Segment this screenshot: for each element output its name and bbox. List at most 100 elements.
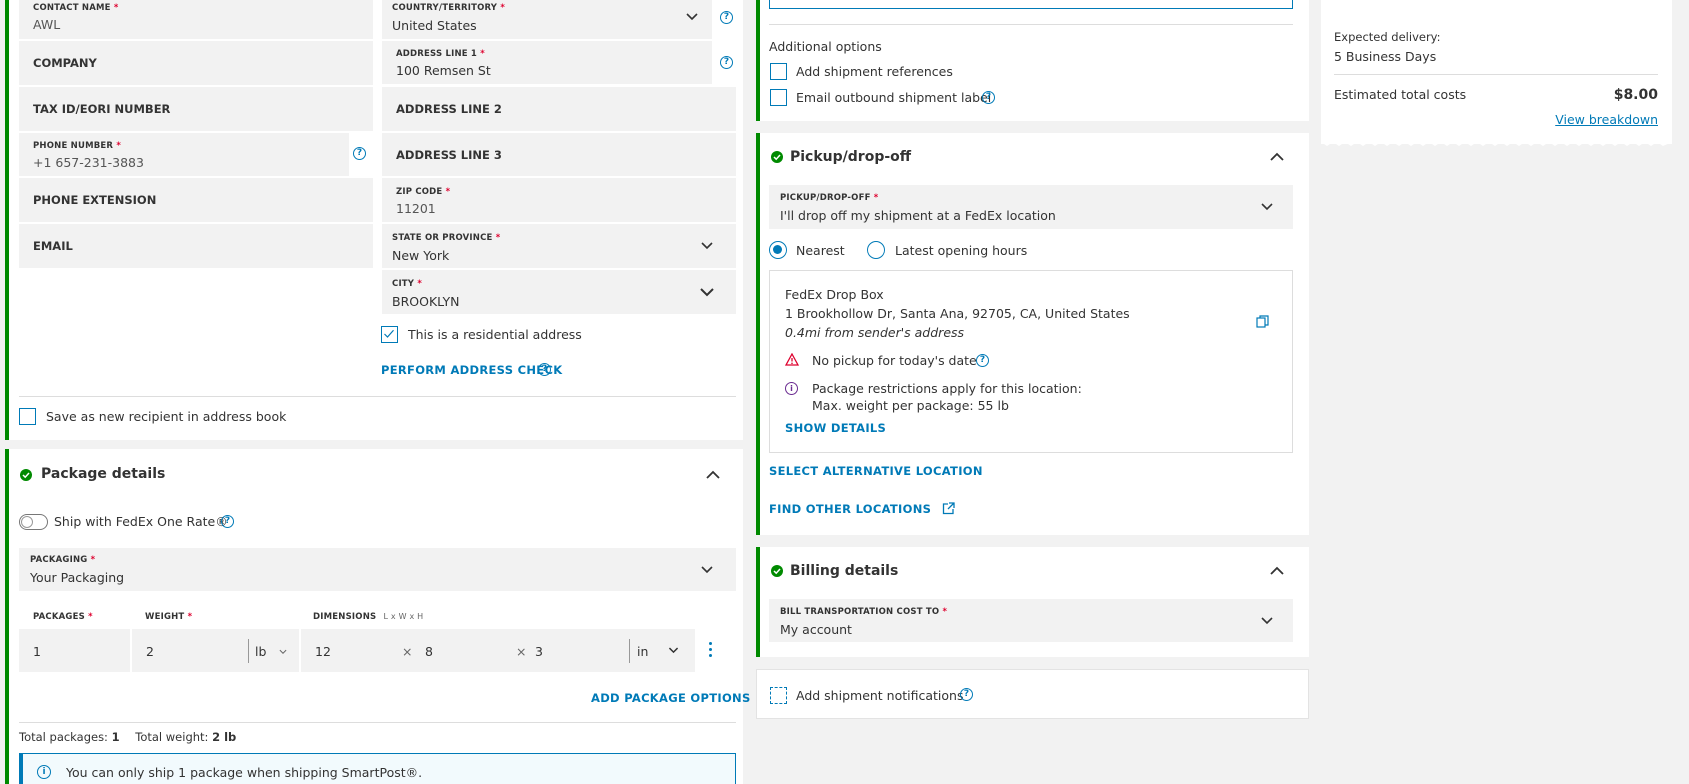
- location-card: FedEx Drop Box 1 Brookhollow Dr, Santa A…: [769, 270, 1293, 453]
- dim-unit-divider: [629, 639, 630, 663]
- country-help-icon[interactable]: ?: [720, 11, 733, 24]
- chevron-up-icon[interactable]: [1269, 563, 1285, 579]
- country-label: COUNTRY/TERRITORY: [392, 3, 498, 13]
- shipment-notifications-checkbox[interactable]: [770, 687, 787, 704]
- email-label: EMAIL: [33, 239, 73, 253]
- weight-input[interactable]: 2 lb: [132, 629, 299, 673]
- perform-address-check-link[interactable]: PERFORM ADDRESS CHECK: [381, 363, 562, 377]
- phone-help-icon[interactable]: ?: [353, 147, 366, 160]
- packages-input[interactable]: 1: [19, 629, 130, 673]
- email-label-checkbox[interactable]: [770, 89, 787, 106]
- dimension-unit[interactable]: in: [637, 644, 648, 659]
- shipment-references-checkbox[interactable]: [770, 63, 787, 80]
- checkmark-icon: [384, 329, 394, 338]
- address-help-icon[interactable]: ?: [720, 56, 733, 69]
- bill-transportation-select[interactable]: BILL TRANSPORTATION COST TO * My account: [769, 599, 1293, 643]
- address-line2-field[interactable]: ADDRESS LINE 2: [382, 87, 736, 132]
- residential-label: This is a residential address: [408, 327, 582, 342]
- packaging-label: PACKAGING: [30, 555, 88, 565]
- location-name: FedEx Drop Box: [785, 287, 884, 302]
- previous-field-bottom: [769, 0, 1293, 9]
- address2-label: ADDRESS LINE 2: [396, 102, 502, 116]
- phone-label: PHONE NUMBER: [33, 141, 114, 151]
- state-select[interactable]: STATE OR PROVINCE * New York: [382, 224, 736, 269]
- dimensions-hint: L x W x H: [383, 612, 424, 621]
- zip-value: 11201: [396, 201, 436, 216]
- company-label: COMPANY: [33, 56, 97, 70]
- email-label-label: Email outbound shipment label: [796, 90, 992, 105]
- copy-icon[interactable]: [1256, 315, 1270, 329]
- one-rate-help-icon[interactable]: ?: [221, 515, 234, 528]
- radio-nearest-label: Nearest: [796, 243, 845, 258]
- dimensions-input[interactable]: 12 × 8 × 3 in: [301, 629, 695, 673]
- total-packages-label: Total packages:: [19, 730, 108, 744]
- expected-delivery-value: 5 Business Days: [1334, 49, 1437, 64]
- radio-latest-hours[interactable]: [867, 241, 885, 259]
- weight-unit[interactable]: lb: [255, 644, 266, 659]
- section-status-bar: [756, 133, 760, 535]
- divider: [19, 396, 736, 397]
- city-select[interactable]: CITY * BROOKLYN: [382, 270, 736, 315]
- select-alternative-location-link[interactable]: SELECT ALTERNATIVE LOCATION: [769, 464, 983, 478]
- pickup-dropoff-title: Pickup/drop-off: [790, 149, 912, 165]
- tax-id-field[interactable]: TAX ID/EORI NUMBER: [19, 87, 373, 132]
- billing-details-title: Billing details: [790, 563, 899, 579]
- chevron-up-icon[interactable]: [1269, 149, 1285, 165]
- show-details-link[interactable]: SHOW DETAILS: [785, 421, 886, 435]
- save-recipient-checkbox[interactable]: [19, 408, 36, 425]
- chevron-down-icon: [701, 242, 713, 250]
- add-package-options-link[interactable]: ADD PACKAGE OPTIONS: [591, 691, 751, 705]
- address-line1-field[interactable]: ADDRESS LINE 1 * 100 Remsen St: [382, 41, 712, 85]
- phone-extension-field[interactable]: PHONE EXTENSION: [19, 178, 373, 223]
- company-field[interactable]: COMPANY: [19, 41, 373, 86]
- zip-label: ZIP CODE: [396, 187, 443, 197]
- radio-nearest[interactable]: [769, 241, 787, 259]
- no-pickup-help-icon[interactable]: ?: [976, 354, 989, 367]
- contact-name-field[interactable]: CONTACT NAME * AWL: [19, 0, 373, 40]
- pickup-dropoff-select[interactable]: PICKUP/DROP-OFF * I'll drop off my shipm…: [769, 185, 1293, 230]
- residential-checkbox[interactable]: [381, 326, 398, 343]
- more-options-icon[interactable]: [708, 642, 714, 660]
- email-field[interactable]: EMAIL: [19, 224, 373, 269]
- chevron-down-icon: [668, 647, 679, 654]
- pickup-dropoff-value: I'll drop off my shipment at a FedEx loc…: [780, 208, 1056, 223]
- packaging-select[interactable]: PACKAGING * Your Packaging: [19, 548, 736, 592]
- section-status-bar: [5, 449, 9, 784]
- weight-value: 2: [146, 644, 154, 659]
- recipient-panel: CONTACT NAME * AWL COMPANY TAX ID/EORI N…: [5, 0, 743, 440]
- package-details-title: Package details: [41, 466, 166, 482]
- bill-transportation-value: My account: [780, 622, 852, 637]
- estimated-total-value: $8.00: [1613, 87, 1658, 103]
- contact-name-label: CONTACT NAME: [33, 3, 111, 13]
- completed-check-icon: [771, 151, 783, 163]
- divider: [769, 24, 1293, 25]
- address3-label: ADDRESS LINE 3: [396, 148, 502, 162]
- country-select[interactable]: COUNTRY/TERRITORY * United States: [382, 0, 712, 40]
- times-icon: ×: [402, 644, 413, 659]
- tax-id-label: TAX ID/EORI NUMBER: [33, 102, 171, 116]
- state-value: New York: [392, 248, 450, 263]
- save-recipient-label: Save as new recipient in address book: [46, 409, 287, 424]
- total-packages-value: 1: [111, 730, 120, 744]
- zip-code-field[interactable]: ZIP CODE * 11201: [382, 178, 736, 223]
- view-breakdown-link[interactable]: View breakdown: [1555, 112, 1658, 127]
- chevron-down-icon: [1261, 203, 1273, 211]
- radio-latest-hours-label: Latest opening hours: [895, 243, 1028, 258]
- chevron-up-icon[interactable]: [705, 467, 721, 483]
- package-panel: Package details Ship with FedEx One Rate…: [5, 449, 750, 784]
- phone-number-field[interactable]: PHONE NUMBER * +1 657-231-3883: [19, 133, 349, 177]
- completed-check-icon: [20, 469, 32, 481]
- times-icon: ×: [516, 644, 527, 659]
- additional-options-title: Additional options: [769, 39, 882, 54]
- contact-name-value: AWL: [33, 17, 61, 32]
- find-other-locations-link[interactable]: FIND OTHER LOCATIONS: [769, 502, 955, 516]
- address-line3-field[interactable]: ADDRESS LINE 3: [382, 133, 736, 177]
- notifications-help-icon[interactable]: ?: [960, 688, 973, 701]
- toggle-knob: [21, 516, 33, 528]
- one-rate-toggle[interactable]: [19, 514, 48, 530]
- chevron-down-icon: [1261, 617, 1273, 625]
- one-rate-label: Ship with FedEx One Rate®: [54, 514, 228, 529]
- location-distance: 0.4mi from sender's address: [785, 325, 965, 340]
- address-check-help-icon[interactable]: ?: [538, 363, 551, 376]
- email-label-help-icon[interactable]: ?: [982, 91, 995, 104]
